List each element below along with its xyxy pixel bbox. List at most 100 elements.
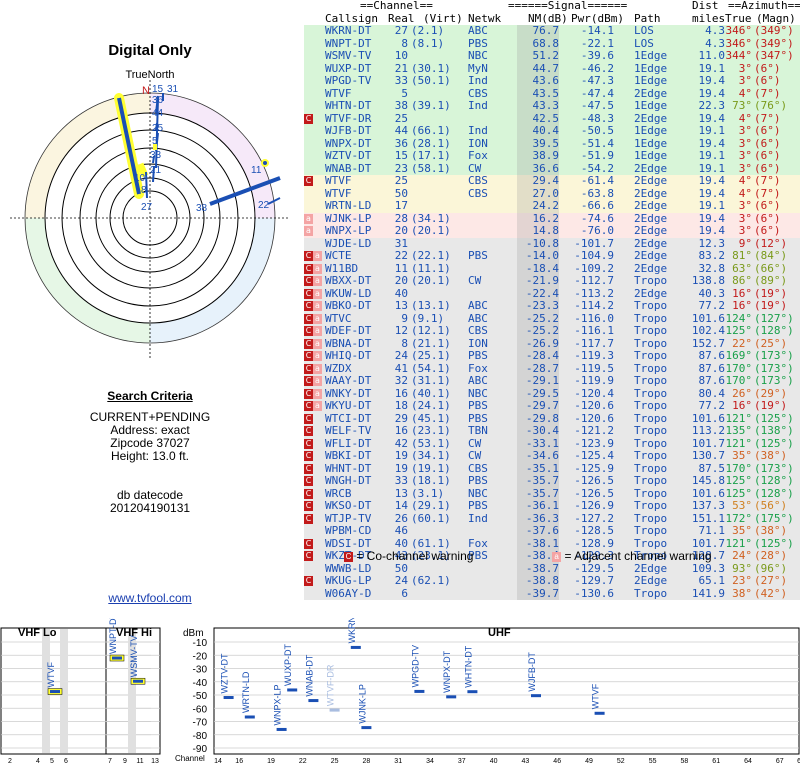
search-criteria-heading: Search Criteria (107, 389, 193, 403)
virtual-channel-cell: (17.1) (411, 149, 451, 162)
magnetic-azimuth-cell: (56°) (754, 499, 788, 512)
adjacent-channel-warning-icon: a (552, 551, 562, 562)
network-cell: CBS (468, 324, 488, 337)
real-channel-cell: 10 (394, 49, 408, 62)
search-criteria: Search Criteria CURRENT+PENDING Address:… (0, 390, 300, 515)
power-cell: -50.5 (580, 124, 614, 137)
signal-bar (361, 726, 372, 730)
radar-label: 5 (152, 136, 158, 147)
callsign-cell: WNPX-LP (325, 224, 372, 237)
table-row: WDEF-DT 12 (12.1) CBS -25.2 -116.1 Tropo 102.4 1… (304, 324, 800, 338)
power-cell: -47.3 (580, 74, 614, 87)
signal-bar (50, 690, 60, 694)
radar-label: 27 (141, 202, 153, 213)
x-tick-label: 7 (108, 758, 112, 765)
path-cell: 2Edge (634, 249, 668, 262)
network-cell: NBC (468, 49, 488, 62)
radar-label: 33 (150, 150, 162, 161)
adjacent-channel-warning-icon: a (313, 338, 322, 349)
radar-label: 22 (258, 200, 270, 211)
co-channel-warning-icon: C (304, 363, 313, 374)
signal-bar (594, 711, 605, 715)
virtual-channel-cell: (25.1) (411, 349, 451, 362)
nm-cell: -37.6 (517, 524, 559, 538)
signal-label: WRTN-LD (241, 671, 251, 713)
power-cell: -47.5 (580, 99, 614, 112)
true-azimuth-cell: 3° (738, 199, 752, 212)
real-channel-cell: 24 (394, 349, 408, 362)
power-cell: -125.4 (574, 449, 614, 462)
real-channel-cell: 46 (394, 524, 408, 537)
co-channel-warning-icon: C (344, 551, 353, 562)
co-channel-warning-icon: C (304, 488, 313, 499)
signal-bar (287, 688, 298, 692)
virtual-channel-cell: (62.1) (411, 574, 451, 587)
co-channel-warning-icon: C (304, 538, 313, 549)
adjacent-channel-warning-icon: a (313, 326, 322, 336)
magnetic-azimuth-cell: (84°) (754, 249, 788, 262)
nm-cell: -14.0 (517, 249, 559, 263)
magnetic-azimuth-cell: (173°) (754, 349, 794, 362)
distance-cell: 19.1 (698, 199, 726, 212)
true-azimuth-cell: 3° (738, 124, 752, 137)
callsign-cell: WNGH-DT (325, 474, 372, 487)
real-channel-cell: 33 (394, 474, 408, 487)
signal-label: WUXP-DT (283, 643, 293, 685)
table-row: WBKO-DT 13 (13.1) ABC -23.3 -114.2 Tropo 77.2 16… (304, 299, 800, 313)
virtual-channel-cell: (23.1) (411, 424, 451, 437)
virtual-channel-cell: (18.1) (411, 474, 451, 487)
tvfool-link[interactable]: www.tvfool.com (0, 591, 300, 605)
callsign-cell: WAAY-DT (325, 374, 372, 387)
magnetic-azimuth-cell: (89°) (754, 274, 788, 287)
real-channel-cell: 27 (394, 24, 408, 37)
magnetic-azimuth-cell: (7°) (754, 174, 781, 187)
virtual-channel-cell: (2.1) (411, 24, 445, 37)
path-cell: Tropo (634, 424, 668, 437)
magnetic-azimuth-cell: (76°) (754, 99, 788, 112)
magnetic-azimuth-cell: (6°) (754, 149, 781, 162)
y-tick-label: -30 (193, 665, 208, 676)
x-tick-label: 4 (36, 758, 40, 765)
nm-cell: 24.2 (517, 199, 559, 213)
radar-label: 11 (251, 165, 262, 176)
virtual-channel-cell: (22.1) (411, 249, 451, 262)
co-channel-warning-icon: C (304, 288, 313, 299)
radar-label: 31 (167, 84, 179, 95)
x-tick-label: 58 (681, 758, 689, 765)
nm-cell: -39.7 (517, 587, 559, 600)
band-vhf-lo: VHF Lo (18, 627, 57, 639)
station-table: ==Channel== ======Signal====== Dist ==Az… (304, 0, 800, 600)
true-azimuth-cell: 125° (725, 324, 753, 337)
network-cell: CW (468, 449, 482, 462)
power-cell: -14.1 (580, 24, 614, 37)
network-cell: PBS (468, 499, 488, 512)
signal-bar (112, 656, 122, 660)
real-channel-cell: 17 (394, 199, 408, 212)
true-azimuth-cell: 73° (732, 99, 752, 112)
network-cell: ABC (468, 24, 488, 37)
power-cell: -121.2 (574, 424, 614, 437)
magnetic-azimuth-cell: (28°) (754, 549, 788, 562)
magnetic-azimuth-cell: (6°) (754, 224, 781, 237)
network-cell: CBS (468, 186, 488, 200)
x-tick-label: 67 (776, 758, 784, 765)
power-cell: -120.6 (574, 399, 614, 412)
power-cell: -61.4 (580, 174, 614, 187)
true-azimuth-cell: 3° (738, 74, 752, 87)
true-azimuth-cell: 53° (732, 499, 752, 512)
power-cell: -126.9 (574, 499, 614, 512)
callsign-cell: WSMV-TV (325, 49, 372, 62)
signal-label: WTVF-DR (326, 664, 336, 706)
signal-label: WZTV-DT (220, 653, 230, 693)
nm-cell: 14.8 (517, 224, 559, 238)
band-uhf: UHF (488, 627, 511, 639)
adjacent-channel-warning-icon: a (313, 376, 322, 386)
table-row: WTVF 25 CBS 29.4 -61.4 2Edge 19.4 4° (7°) C (304, 174, 800, 188)
path-cell: 1Edge (634, 74, 668, 87)
callsign-cell: WBKO-DT (325, 299, 372, 312)
real-channel-cell: 20 (394, 274, 408, 287)
real-channel-cell: 14 (394, 499, 408, 512)
magnetic-azimuth-cell: (128°) (754, 324, 794, 337)
path-cell: Tropo (634, 524, 668, 537)
path-cell: 2Edge (634, 174, 668, 187)
